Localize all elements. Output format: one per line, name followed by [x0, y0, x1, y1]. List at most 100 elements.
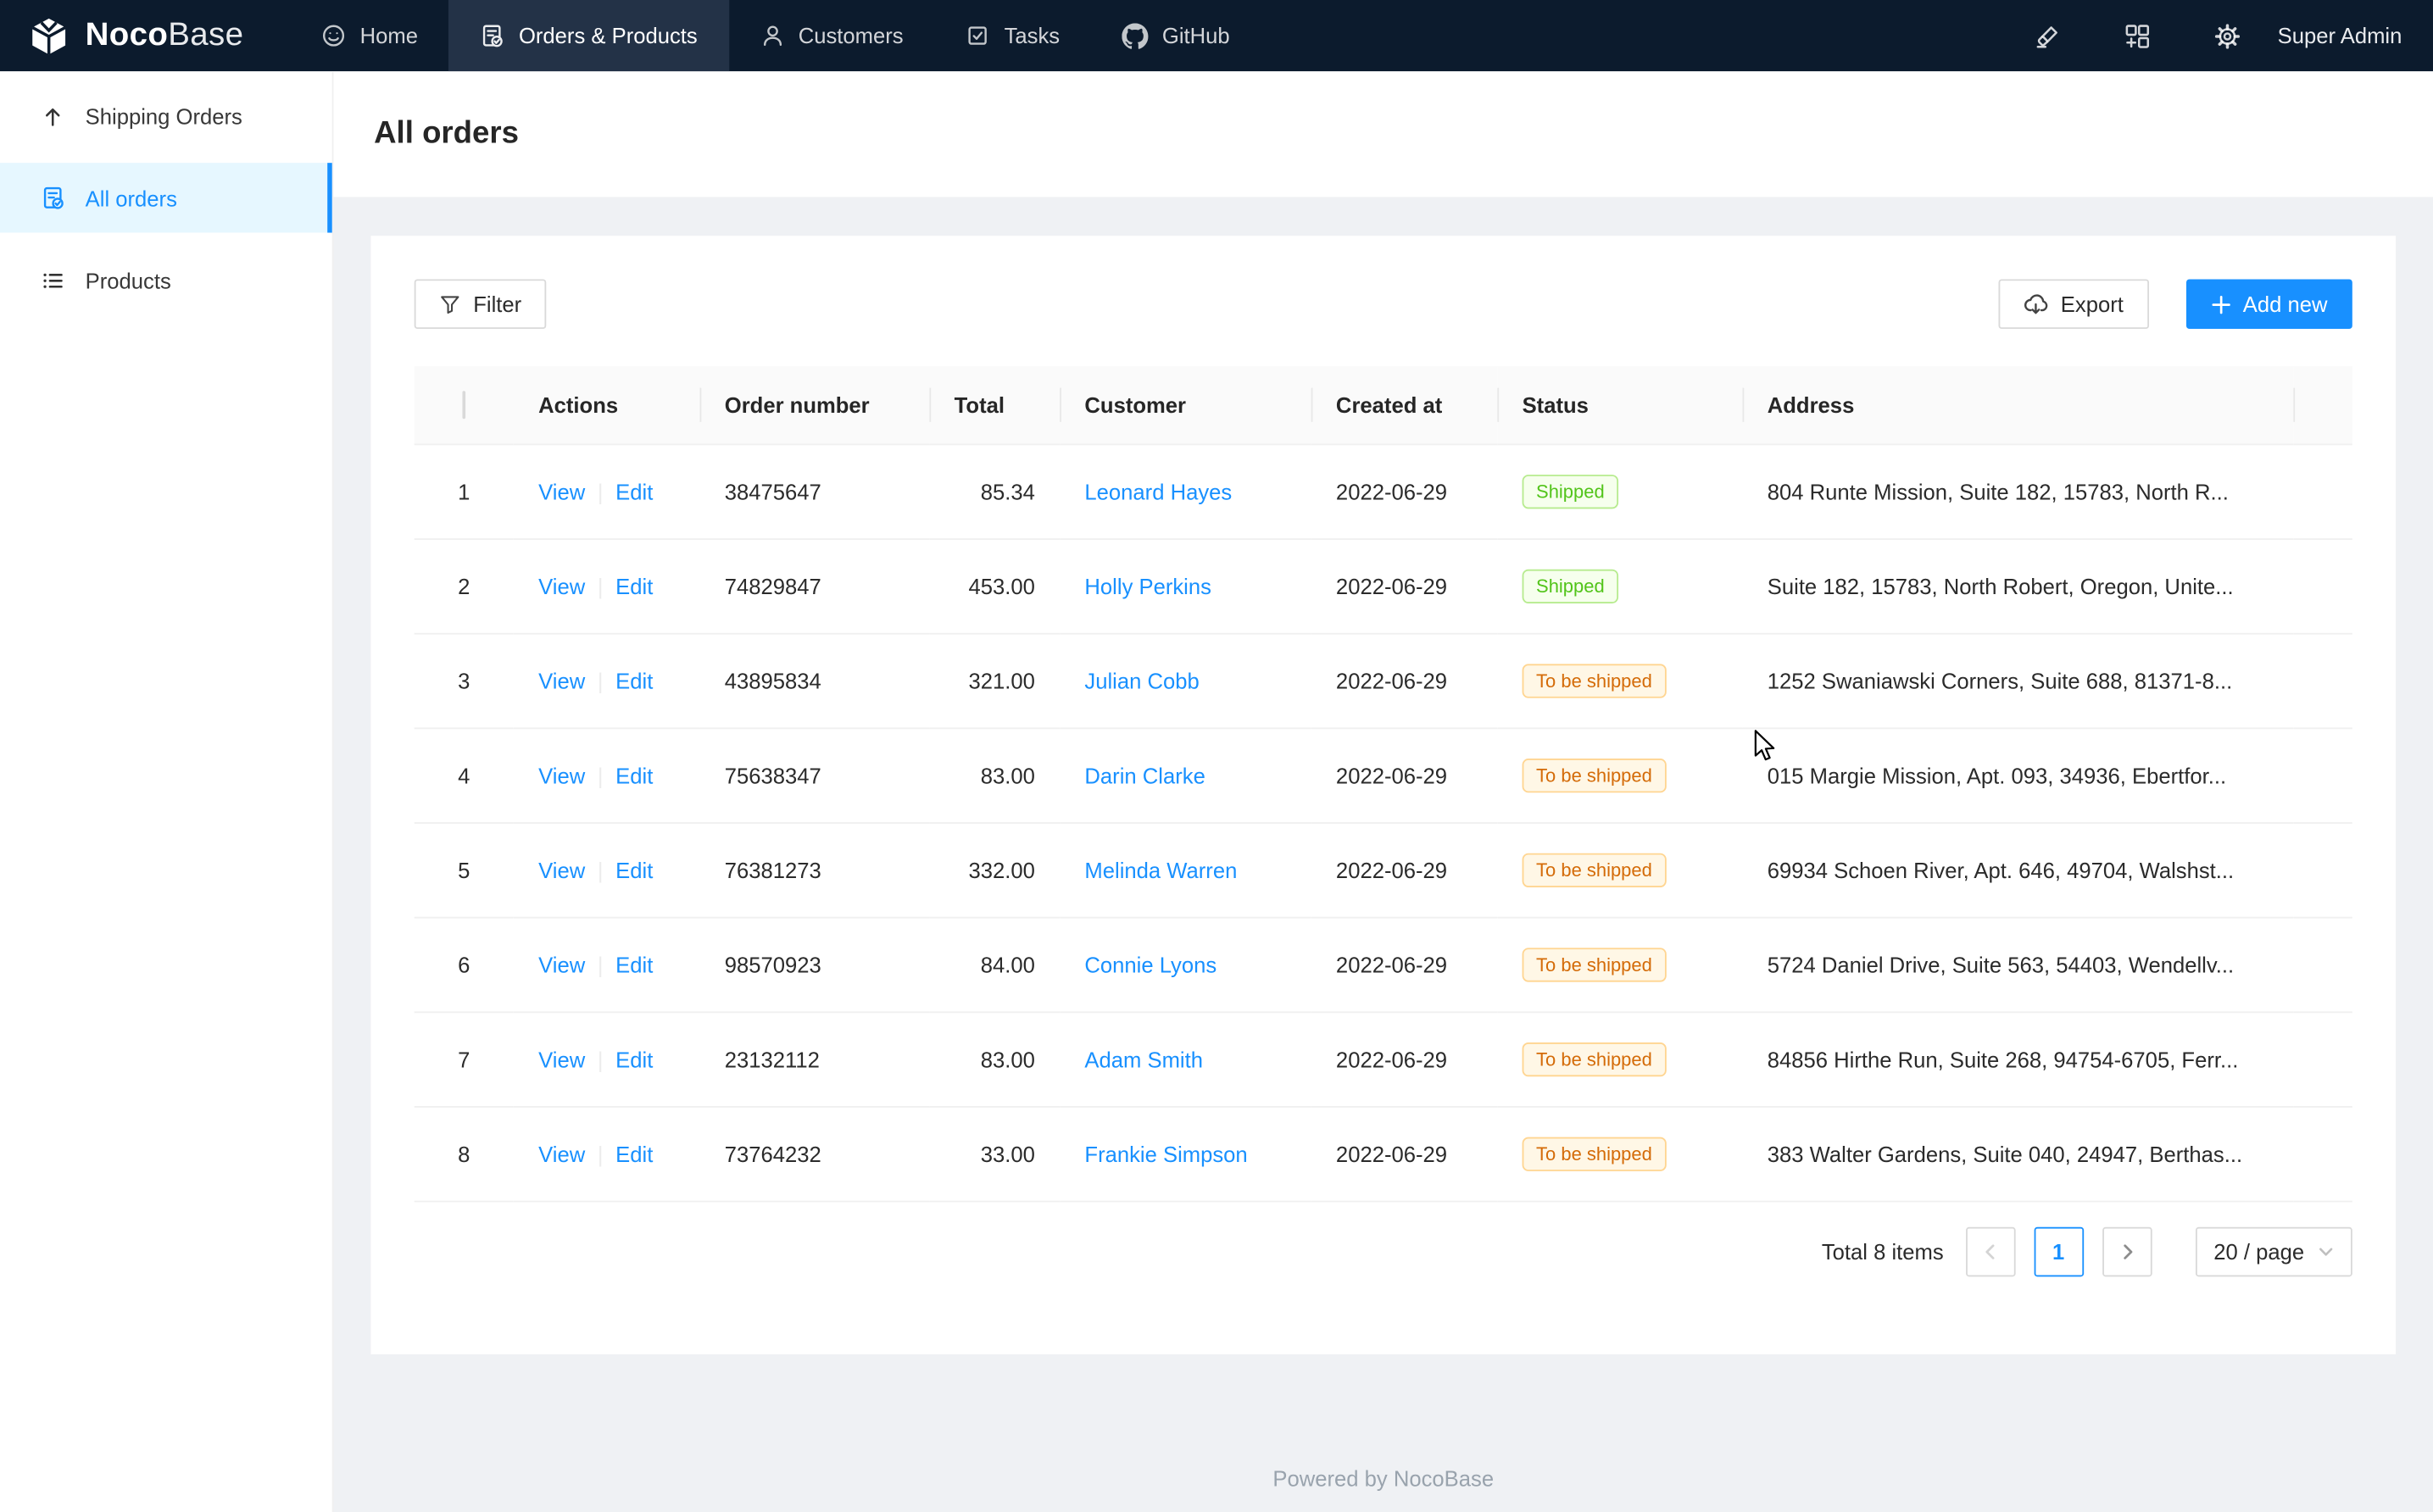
customer-link[interactable]: Julian Cobb	[1084, 668, 1199, 692]
edit-link[interactable]: Edit	[615, 952, 653, 976]
cell-created-at: 2022-06-29	[1311, 1011, 1498, 1106]
nav-item-orders-products[interactable]: Orders & Products	[449, 0, 729, 71]
cell-address: 015 Margie Mission, Apt. 093, 34936, Ebe…	[1742, 727, 2293, 822]
edit-link[interactable]: Edit	[615, 479, 653, 503]
sidebar-item-label: Shipping Orders	[86, 103, 242, 128]
cell-customer: Julian Cobb	[1060, 633, 1311, 728]
settings-gear-icon[interactable]	[2203, 11, 2253, 61]
cell-total: 332.00	[929, 822, 1060, 917]
view-link[interactable]: View	[538, 479, 585, 503]
cell-address: 804 Runte Mission, Suite 182, 15783, Nor…	[1742, 443, 2293, 538]
cell-total: 33.00	[929, 1106, 1060, 1201]
cell-order-number: 98570923	[699, 917, 929, 1012]
cell-spacer	[2293, 727, 2352, 822]
page-size-select[interactable]: 20 / page	[2195, 1226, 2352, 1276]
cell-total: 453.00	[929, 538, 1060, 633]
status-badge: To be shipped	[1523, 758, 1667, 792]
export-button[interactable]: Export	[1999, 279, 2149, 329]
table-row: 1View|Edit3847564785.34Leonard Hayes2022…	[415, 443, 2352, 538]
customer-link[interactable]: Darin Clarke	[1084, 763, 1205, 787]
cloud-download-icon	[2024, 292, 2048, 316]
customer-link[interactable]: Frankie Simpson	[1084, 1141, 1247, 1165]
app-window: NocoBase Home	[0, 0, 2433, 1512]
customer-link[interactable]: Melinda Warren	[1084, 857, 1237, 881]
table-row: 7View|Edit2313211283.00Adam Smith2022-06…	[415, 1011, 2352, 1106]
cell-created-at: 2022-06-29	[1311, 538, 1498, 633]
cell-status: Shipped	[1497, 538, 1742, 633]
cell-status: To be shipped	[1497, 633, 1742, 728]
sidebar-item-all-orders[interactable]: All orders	[0, 163, 332, 232]
nocobase-logo[interactable]: NocoBase	[0, 0, 290, 71]
select-all-checkbox[interactable]	[462, 391, 465, 419]
nav-item-home[interactable]: Home	[290, 0, 448, 71]
nav-right-actions: Super Admin	[1983, 0, 2433, 71]
edit-link[interactable]: Edit	[615, 763, 653, 787]
prev-page-button[interactable]	[1965, 1226, 2015, 1276]
row-index: 1	[415, 443, 514, 538]
page-size-value: 20 / page	[2213, 1239, 2304, 1264]
filter-button[interactable]: Filter	[415, 279, 547, 329]
cell-customer: Adam Smith	[1060, 1011, 1311, 1106]
cell-created-at: 2022-06-29	[1311, 917, 1498, 1012]
edit-link[interactable]: Edit	[615, 573, 653, 598]
nav-item-label: Tasks	[1005, 23, 1061, 47]
cell-spacer	[2293, 538, 2352, 633]
plugin-blocks-icon[interactable]	[2113, 11, 2163, 61]
view-link[interactable]: View	[538, 857, 585, 881]
row-index: 8	[415, 1106, 514, 1201]
table-header-row: Actions Order number Total Customer Crea…	[415, 366, 2352, 444]
row-index: 7	[415, 1011, 514, 1106]
action-divider: |	[598, 668, 604, 692]
filter-funnel-icon	[439, 293, 461, 315]
nav-item-tasks[interactable]: Tasks	[934, 0, 1090, 71]
add-new-button[interactable]: Add new	[2185, 279, 2352, 329]
customer-link[interactable]: Connie Lyons	[1084, 952, 1216, 976]
page-footer: Powered by NocoBase	[370, 1354, 2396, 1490]
user-menu[interactable]: Super Admin	[2278, 23, 2402, 47]
next-page-button[interactable]	[2102, 1226, 2152, 1276]
view-link[interactable]: View	[538, 573, 585, 598]
cell-customer: Leonard Hayes	[1060, 443, 1311, 538]
status-badge: To be shipped	[1523, 853, 1667, 887]
sidebar-item-shipping-orders[interactable]: Shipping Orders	[0, 81, 332, 150]
edit-link[interactable]: Edit	[615, 1141, 653, 1165]
powered-by-link[interactable]: Powered by NocoBase	[1272, 1465, 1494, 1490]
row-actions: View|Edit	[514, 1106, 700, 1201]
nav-item-label: Customers	[799, 23, 904, 47]
edit-link[interactable]: Edit	[615, 668, 653, 692]
status-badge: Shipped	[1523, 569, 1619, 603]
cell-status: To be shipped	[1497, 822, 1742, 917]
view-link[interactable]: View	[538, 763, 585, 787]
view-link[interactable]: View	[538, 1047, 585, 1071]
highlighter-icon[interactable]	[2023, 11, 2073, 61]
content-area: Filter Export	[334, 197, 2433, 1512]
row-actions: View|Edit	[514, 822, 700, 917]
action-divider: |	[598, 952, 604, 976]
view-link[interactable]: View	[538, 1141, 585, 1165]
header-status: Status	[1497, 366, 1742, 444]
cell-spacer	[2293, 633, 2352, 728]
sidebar-item-products[interactable]: Products	[0, 245, 332, 314]
view-link[interactable]: View	[538, 668, 585, 692]
export-button-label: Export	[2061, 292, 2124, 316]
cell-order-number: 43895834	[699, 633, 929, 728]
header-total: Total	[929, 366, 1060, 444]
edit-link[interactable]: Edit	[615, 1047, 653, 1071]
cell-order-number: 38475647	[699, 443, 929, 538]
edit-link[interactable]: Edit	[615, 857, 653, 881]
customer-link[interactable]: Adam Smith	[1084, 1047, 1203, 1071]
view-link[interactable]: View	[538, 952, 585, 976]
row-actions: View|Edit	[514, 1011, 700, 1106]
customer-link[interactable]: Leonard Hayes	[1084, 479, 1232, 503]
page-number-1[interactable]: 1	[2034, 1226, 2084, 1276]
cell-created-at: 2022-06-29	[1311, 822, 1498, 917]
nav-item-github[interactable]: GitHub	[1091, 0, 1261, 71]
table-row: 5View|Edit76381273332.00Melinda Warren20…	[415, 822, 2352, 917]
table-row: 2View|Edit74829847453.00Holly Perkins202…	[415, 538, 2352, 633]
cell-spacer	[2293, 917, 2352, 1012]
table-row: 8View|Edit7376423233.00Frankie Simpson20…	[415, 1106, 2352, 1201]
row-index: 6	[415, 917, 514, 1012]
customer-link[interactable]: Holly Perkins	[1084, 573, 1211, 598]
sidebar: Shipping Orders All orders	[0, 71, 334, 1512]
nav-item-customers[interactable]: Customers	[728, 0, 934, 71]
